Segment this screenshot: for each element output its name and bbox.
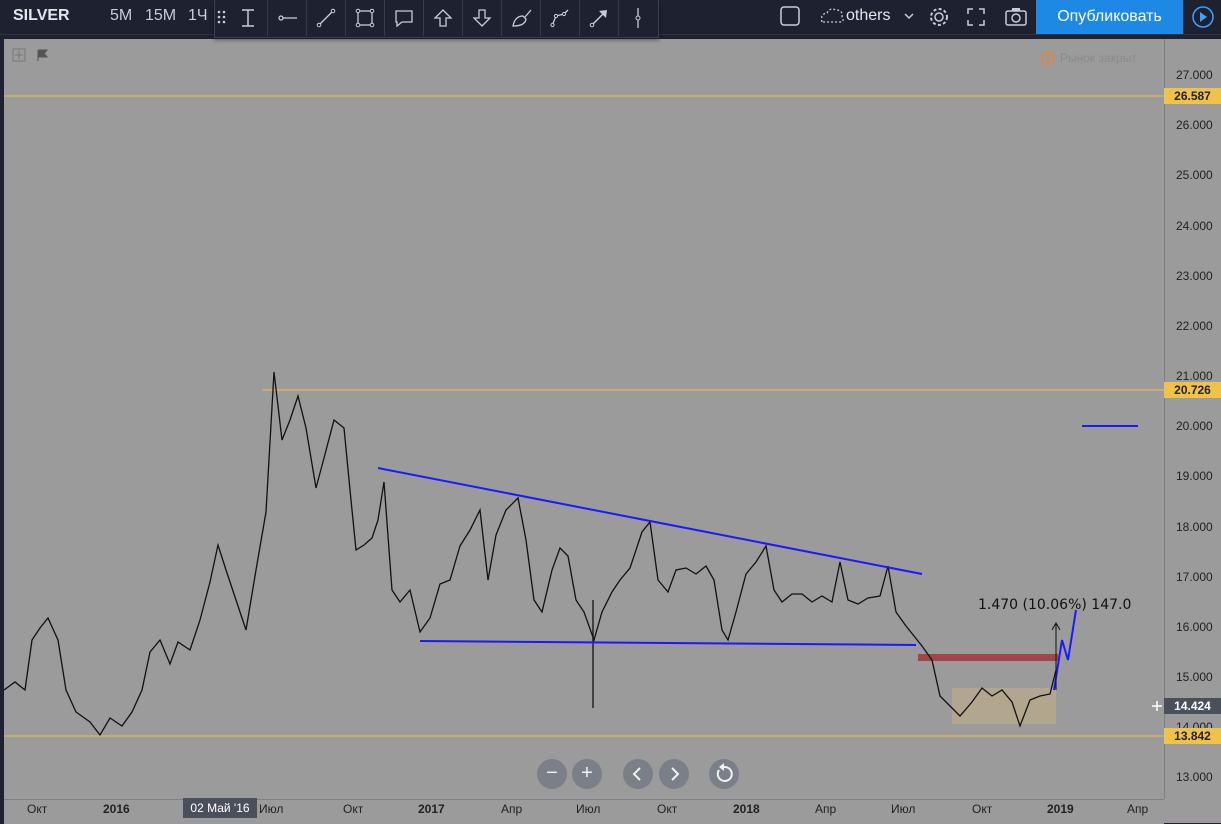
- price-label: 16.000: [1176, 620, 1213, 634]
- rectangle-button[interactable]: [346, 0, 385, 36]
- trend-line-button[interactable]: [307, 0, 346, 36]
- price-label: 13.000: [1176, 770, 1213, 784]
- measure-readout: 1.470 (10.06%) 147.0: [978, 597, 1132, 613]
- minus-icon: −: [546, 762, 558, 784]
- price-label: 19.000: [1176, 469, 1213, 483]
- cursor-tool-icon: [242, 9, 254, 27]
- trend-line-top[interactable]: [377, 467, 923, 575]
- price-tag-high: 26.587: [1164, 88, 1221, 104]
- flag-icon[interactable]: [37, 49, 49, 61]
- price-tag-mid: 20.726: [1164, 382, 1221, 398]
- path-icon: [550, 9, 569, 28]
- resistance-zone[interactable]: [918, 654, 1058, 661]
- price-label: 18.000: [1176, 520, 1213, 534]
- price-tag-low: 13.842: [1164, 728, 1221, 744]
- time-label: Июл: [259, 802, 284, 816]
- time-label: Апр: [815, 802, 837, 816]
- price-label: 21.000: [1176, 369, 1213, 383]
- chart-corner-controls: [12, 48, 49, 62]
- vertical-line-icon: [635, 8, 641, 28]
- trend-line-bottom[interactable]: [419, 640, 917, 646]
- arrow-tool-button[interactable]: [580, 0, 619, 36]
- arrow-down-button[interactable]: [463, 0, 502, 36]
- chart-drawing: [3, 95, 1164, 737]
- price-label: 25.000: [1176, 168, 1213, 182]
- callout-button[interactable]: [385, 0, 424, 36]
- plus-icon[interactable]: [1150, 699, 1164, 713]
- time-label: Апр: [501, 802, 523, 816]
- horizontal-ray-button[interactable]: [268, 0, 307, 36]
- add-indicator-icon[interactable]: [12, 48, 26, 62]
- reset-icon: [716, 763, 733, 782]
- time-label: 2019: [1047, 802, 1074, 816]
- time-label: Апр: [1127, 802, 1149, 816]
- time-label: Июл: [576, 802, 601, 816]
- time-label: Окт: [27, 802, 48, 816]
- reset-chart-button[interactable]: [709, 759, 739, 789]
- chevron-left-icon: [632, 767, 641, 781]
- time-label: 2016: [103, 802, 130, 816]
- price-label: 24.000: [1176, 219, 1213, 233]
- time-label: Окт: [343, 802, 364, 816]
- scroll-right-button[interactable]: [659, 759, 689, 789]
- scroll-left-button[interactable]: [623, 759, 653, 789]
- arrow-tool-icon: [589, 10, 607, 28]
- price-label: 20.000: [1176, 419, 1213, 433]
- time-label: 2018: [733, 802, 760, 816]
- arrow-up-icon: [433, 9, 453, 27]
- cursor-tool-button[interactable]: [229, 0, 268, 36]
- time-label: Окт: [972, 802, 993, 816]
- time-label: Июл: [891, 802, 916, 816]
- cursor-date-label: 02 Май '16: [183, 798, 257, 818]
- vertical-line-button[interactable]: [619, 0, 657, 36]
- drawing-toolbar: [214, 0, 659, 38]
- projection-path[interactable]: [1053, 609, 1077, 691]
- price-label: 22.000: [1176, 319, 1213, 333]
- warning-icon: [1041, 51, 1055, 65]
- time-label: 2017: [418, 802, 445, 816]
- trend-line-icon: [316, 8, 336, 28]
- arrow-up-button[interactable]: [424, 0, 463, 36]
- price-label: 27.000: [1176, 68, 1213, 82]
- brush-button[interactable]: [502, 0, 541, 36]
- price-label: 15.000: [1176, 670, 1213, 684]
- horizontal-ray-icon: [278, 15, 297, 21]
- callout-icon: [395, 10, 413, 28]
- rectangle-icon: [355, 8, 375, 28]
- arrow-down-icon: [472, 9, 492, 27]
- brush-icon: [512, 9, 532, 27]
- price-label: 17.000: [1176, 570, 1213, 584]
- price-label: 26.000: [1176, 118, 1213, 132]
- price-series: [3, 371, 1057, 737]
- zoom-out-button[interactable]: −: [537, 759, 567, 789]
- time-label: Окт: [657, 802, 678, 816]
- market-status: Рынок закрыт: [1060, 51, 1137, 65]
- price-label: 23.000: [1176, 269, 1213, 283]
- zoom-in-button[interactable]: +: [572, 759, 602, 789]
- price-tag-current: 14.424: [1164, 698, 1221, 714]
- path-button[interactable]: [541, 0, 580, 36]
- chevron-right-icon: [671, 767, 680, 781]
- plus-icon: +: [581, 762, 593, 784]
- drag-handle-icon[interactable]: [217, 10, 227, 26]
